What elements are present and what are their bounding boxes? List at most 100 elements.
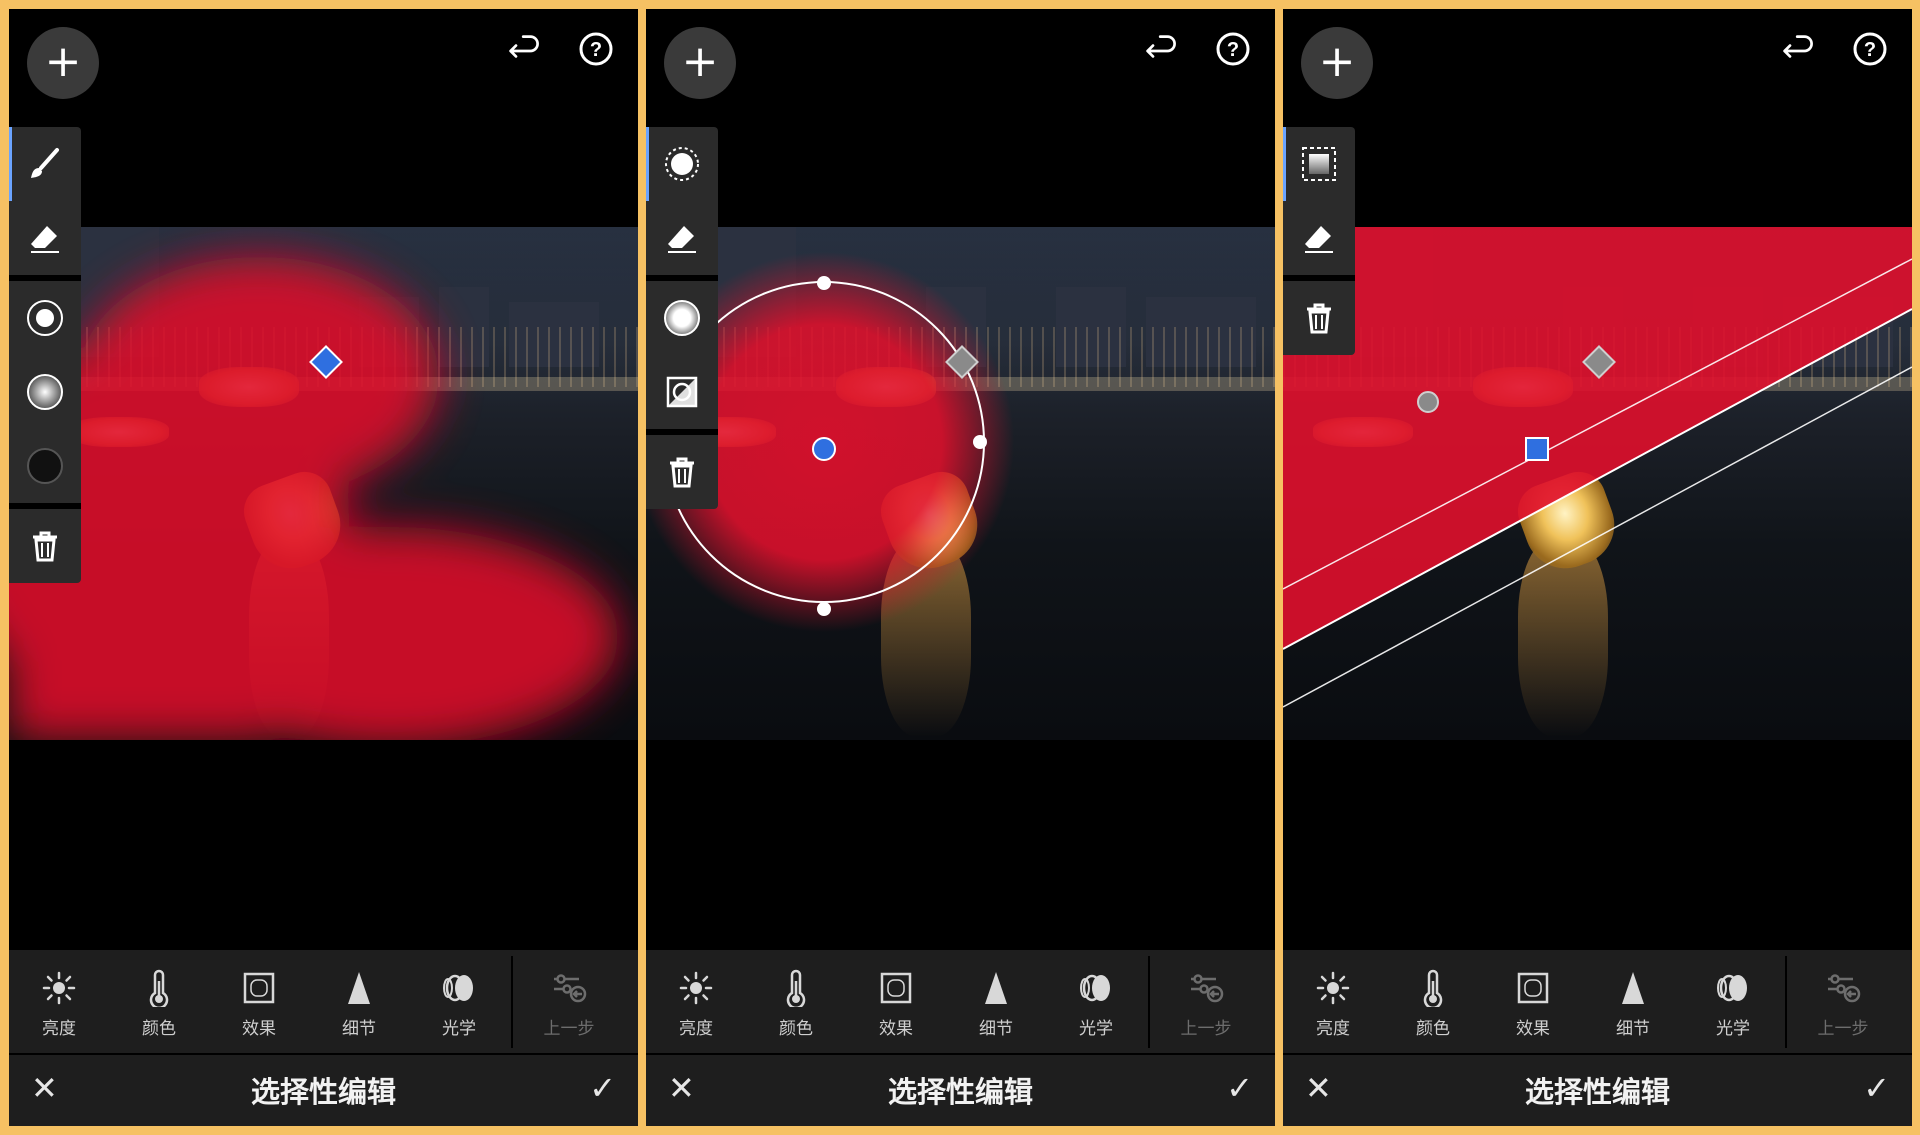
triangle-icon	[348, 972, 370, 1004]
confirm-button[interactable]: ✓	[1863, 1070, 1890, 1106]
page-title: 选择性编辑	[1524, 1075, 1670, 1109]
eraser-icon	[1305, 226, 1333, 253]
sun-icon	[42, 971, 76, 1005]
eraser-tool-button[interactable]	[646, 201, 718, 275]
invert-icon	[666, 376, 698, 408]
tab-previous[interactable]: 上一步	[1793, 950, 1893, 1053]
undo-icon[interactable]	[1777, 29, 1817, 69]
help-icon[interactable]: ?	[576, 29, 616, 69]
tab-optics[interactable]: 光学	[1683, 950, 1783, 1053]
tab-brightness[interactable]: 亮度	[646, 950, 746, 1053]
svg-text:?: ?	[590, 39, 602, 61]
brush-icon	[31, 148, 59, 178]
vignette-icon	[1517, 972, 1549, 1004]
brush-softness-button[interactable]	[9, 355, 81, 429]
adjustment-tabs: 亮度 颜色 效果 细节 光学 上一步	[1283, 950, 1912, 1053]
undo-icon[interactable]	[503, 29, 543, 69]
add-mask-button[interactable]: +	[664, 27, 736, 99]
thermometer-icon	[1423, 969, 1443, 1007]
tab-color[interactable]: 颜色	[746, 950, 846, 1053]
previous-settings-icon	[554, 974, 587, 1003]
tab-label: 光学	[442, 1019, 476, 1039]
linear-center-pin-icon[interactable]	[1525, 437, 1549, 461]
brush-tool-button[interactable]	[9, 127, 81, 201]
feather-icon	[664, 300, 700, 336]
footer-bar: ✕ 选择性编辑 ✓	[9, 1053, 638, 1126]
linear-mask-overlay	[1283, 227, 1912, 708]
tab-detail[interactable]: 细节	[309, 950, 409, 1053]
vignette-icon	[880, 972, 912, 1004]
trash-icon	[33, 531, 57, 562]
tab-previous[interactable]: 上一步	[1156, 950, 1256, 1053]
photo-canvas[interactable]	[1283, 227, 1912, 740]
brush-flow-button[interactable]	[9, 429, 81, 503]
tab-label: 颜色	[779, 1019, 813, 1039]
tab-label: 效果	[1516, 1019, 1550, 1039]
thermometer-icon	[786, 969, 806, 1007]
tab-label: 颜色	[142, 1019, 176, 1039]
editor-panel-brush: + ? 亮度 颜色 效果 细节 光学 上一步 ✕ 选择性编辑 ✓	[9, 9, 638, 1126]
tab-label: 亮度	[679, 1019, 713, 1039]
confirm-button[interactable]: ✓	[589, 1070, 616, 1106]
mask-pin-icon[interactable]	[309, 345, 343, 379]
tab-label: 亮度	[1316, 1019, 1350, 1039]
triangle-icon	[1622, 972, 1644, 1004]
photo-canvas[interactable]	[9, 227, 638, 740]
tab-color[interactable]: 颜色	[1383, 950, 1483, 1053]
help-icon[interactable]: ?	[1850, 29, 1890, 69]
eraser-tool-button[interactable]	[1283, 201, 1355, 275]
brush-soft-icon	[27, 374, 63, 410]
feather-button[interactable]	[646, 281, 718, 355]
delete-mask-button[interactable]	[646, 435, 718, 509]
mask-tools-sidebar	[646, 127, 718, 509]
add-mask-button[interactable]: +	[27, 27, 99, 99]
sun-icon	[679, 971, 713, 1005]
tab-previous[interactable]: 上一步	[519, 950, 619, 1053]
tab-optics[interactable]: 光学	[1046, 950, 1146, 1053]
eraser-icon	[31, 226, 59, 253]
tab-label: 颜色	[1416, 1019, 1450, 1039]
tab-label: 亮度	[42, 1019, 76, 1039]
tab-effects[interactable]: 效果	[1483, 950, 1583, 1053]
radial-handle-top[interactable]	[817, 276, 831, 290]
adjustment-tabs: 亮度 颜色 效果 细节 光学 上一步	[646, 950, 1275, 1053]
invert-mask-button[interactable]	[646, 355, 718, 429]
tab-detail[interactable]: 细节	[1583, 950, 1683, 1053]
linear-mask-icon	[1302, 147, 1336, 181]
radial-handle-bottom[interactable]	[817, 602, 831, 616]
tab-label: 光学	[1079, 1019, 1113, 1039]
tab-label: 上一步	[1180, 1019, 1232, 1039]
undo-icon[interactable]	[1140, 29, 1180, 69]
eraser-tool-button[interactable]	[9, 201, 81, 275]
tab-brightness[interactable]: 亮度	[9, 950, 109, 1053]
vignette-icon	[243, 972, 275, 1004]
footer-bar: ✕ 选择性编辑 ✓	[646, 1053, 1275, 1126]
radial-center-pin-icon[interactable]	[812, 437, 836, 461]
page-title: 选择性编辑	[887, 1075, 1033, 1109]
delete-mask-button[interactable]	[1283, 281, 1355, 355]
tab-optics[interactable]: 光学	[409, 950, 509, 1053]
help-icon[interactable]: ?	[1213, 29, 1253, 69]
photo-canvas[interactable]	[646, 227, 1275, 740]
trash-icon	[670, 457, 694, 488]
tab-effects[interactable]: 效果	[209, 950, 309, 1053]
tab-detail[interactable]: 细节	[946, 950, 1046, 1053]
radial-mask-overlay	[646, 227, 1275, 740]
editor-panel-radial: + ? 亮度 颜色 效果 细节 光学 上一步 ✕ 选择性编辑 ✓	[646, 9, 1275, 1126]
tab-color[interactable]: 颜色	[109, 950, 209, 1053]
mask-tools-sidebar	[1283, 127, 1355, 355]
radial-handle-right[interactable]	[973, 435, 987, 449]
mask-pin-icon[interactable]	[1417, 391, 1439, 413]
brush-size-button[interactable]	[9, 281, 81, 355]
tab-effects[interactable]: 效果	[846, 950, 946, 1053]
delete-mask-button[interactable]	[9, 509, 81, 583]
tab-label: 上一步	[543, 1019, 595, 1039]
tab-brightness[interactable]: 亮度	[1283, 950, 1383, 1053]
linear-tool-button[interactable]	[1283, 127, 1355, 201]
brush-flow-icon	[27, 448, 63, 484]
add-mask-button[interactable]: +	[1301, 27, 1373, 99]
tab-label: 上一步	[1817, 1019, 1869, 1039]
radial-tool-button[interactable]	[646, 127, 718, 201]
page-title: 选择性编辑	[250, 1075, 396, 1109]
confirm-button[interactable]: ✓	[1226, 1070, 1253, 1106]
